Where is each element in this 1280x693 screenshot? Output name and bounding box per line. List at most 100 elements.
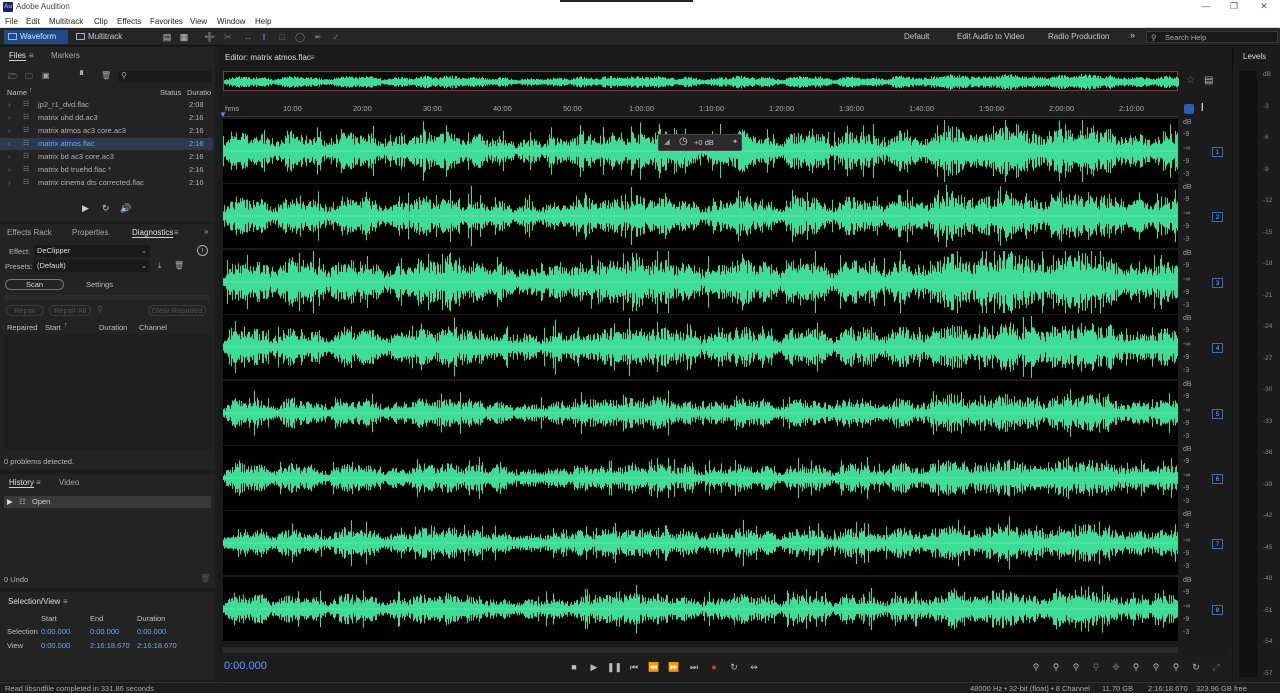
search-help-field[interactable]: ⚲ Search Help xyxy=(1146,31,1278,43)
zoom-in-amplitude-icon[interactable]: ⚲ xyxy=(1029,660,1043,674)
selection-end[interactable]: 0:00.000 xyxy=(90,627,119,636)
go-to-start-icon[interactable]: ⏮ xyxy=(627,660,641,674)
menu-view[interactable]: View xyxy=(190,17,207,26)
zoom-out-amplitude-icon[interactable]: ⚲ xyxy=(1049,660,1063,674)
expand-icon[interactable]: › xyxy=(8,164,11,176)
workspace-default[interactable]: Default xyxy=(904,32,929,41)
channel-waveform[interactable] xyxy=(223,446,1178,510)
current-time[interactable]: 0:00.000 xyxy=(224,660,267,672)
zoom-in-left-icon[interactable]: ⚲ xyxy=(1149,660,1163,674)
spot-healing-tool-icon[interactable]: ✓ xyxy=(330,31,342,43)
channel-waveform[interactable] xyxy=(223,511,1178,575)
panel-menu-icon[interactable]: ≡ xyxy=(29,51,34,60)
channel-waveform[interactable] xyxy=(223,577,1178,641)
file-row-selected[interactable]: › ☷ matrix atmos.flac 2:16 xyxy=(0,138,213,150)
panel-menu-icon[interactable]: ≡ xyxy=(310,53,315,62)
snap-icon[interactable] xyxy=(1184,104,1194,114)
lasso-tool-icon[interactable]: ◯ xyxy=(294,31,306,43)
tab-diagnostics[interactable]: Diagnostics xyxy=(132,228,174,238)
channel-number-badge[interactable]: 7 xyxy=(1212,539,1223,549)
record-icon[interactable]: ● xyxy=(707,660,721,674)
pause-icon[interactable]: ❚❚ xyxy=(607,660,622,674)
info-icon[interactable]: i xyxy=(197,245,208,256)
restore-icon[interactable]: ❐ xyxy=(1224,1,1244,12)
overview-navigator[interactable] xyxy=(223,71,1179,91)
effect-select[interactable]: DeClipper ⌄ xyxy=(34,245,150,257)
panel-menu-icon[interactable]: ≡ xyxy=(174,228,179,237)
move-tool-icon[interactable]: ➕ xyxy=(204,31,216,43)
pin-icon[interactable]: ✦ xyxy=(732,137,738,146)
expand-icon[interactable]: › xyxy=(8,138,11,150)
file-row[interactable]: › ☷ matrix uhd dd.ac3 2:16 xyxy=(0,112,213,124)
import-file-icon[interactable]: 🗀 xyxy=(25,71,33,85)
skip-selection-icon[interactable]: ↭ xyxy=(747,660,761,674)
tab-video[interactable]: Video xyxy=(59,478,79,487)
problems-list[interactable] xyxy=(4,334,211,450)
horizontal-scrollbar[interactable] xyxy=(223,647,1178,653)
channel-waveform[interactable] xyxy=(223,315,1178,379)
repair-button[interactable]: Repair xyxy=(6,305,44,316)
workspace-radio-production[interactable]: Radio Production xyxy=(1048,32,1109,41)
minimize-icon[interactable]: — xyxy=(1196,1,1216,11)
file-row[interactable]: › ☷ matrix bd truehd.flac * 2:16 xyxy=(0,164,213,176)
zoom-full-icon[interactable]: ✥ xyxy=(1109,660,1123,674)
expand-icon[interactable]: › xyxy=(8,125,11,137)
menu-multitrack[interactable]: Multitrack xyxy=(49,17,83,26)
selection-start[interactable]: 0:00.000 xyxy=(41,627,70,636)
slip-tool-icon[interactable]: ↔ xyxy=(242,31,254,43)
close-icon[interactable]: ✕ xyxy=(1254,1,1274,12)
column-repaired[interactable]: Repaired xyxy=(7,323,37,332)
channel-number-badge[interactable]: 1 xyxy=(1212,147,1223,157)
scan-tab[interactable]: Scan xyxy=(5,279,64,290)
channel-number-badge[interactable]: 6 xyxy=(1212,474,1223,484)
files-search-input[interactable]: ⚲ xyxy=(118,71,212,82)
save-preset-icon[interactable]: ⤓ xyxy=(158,261,162,271)
loop-icon[interactable]: ↻ xyxy=(102,203,110,214)
zoom-selection-icon[interactable]: ⚲ xyxy=(1129,660,1143,674)
spectral-pitch-icon[interactable]: ▦ xyxy=(178,31,190,43)
go-to-end-icon[interactable]: ⏭ xyxy=(687,660,701,674)
file-row[interactable]: › ☷ matrix bd ac3 core.ac3 2:16 xyxy=(0,151,213,163)
workspace-edit-audio-to-video[interactable]: Edit Audio to Video xyxy=(957,32,1024,41)
channel-waveform[interactable] xyxy=(223,381,1178,445)
marker-pin-icon[interactable]: ❙ xyxy=(1199,102,1206,111)
favorite-icon[interactable]: ☆ xyxy=(1186,75,1195,86)
column-name[interactable]: Name xyxy=(7,88,27,97)
column-duration[interactable]: Duratio xyxy=(187,88,211,97)
delete-file-icon[interactable]: 🗑 xyxy=(101,71,111,80)
marquee-tool-icon[interactable]: □ xyxy=(276,31,288,43)
layout-icon[interactable]: ▤ xyxy=(1204,75,1213,86)
insert-icon[interactable]: ▘ xyxy=(80,71,86,80)
autoplay-icon[interactable]: 🔊 xyxy=(120,203,131,214)
column-status[interactable]: Status xyxy=(160,88,181,97)
channel-number-badge[interactable]: 5 xyxy=(1212,409,1223,419)
channel-waveform[interactable] xyxy=(223,250,1178,314)
time-ruler[interactable]: hms 10:00 20:00 30:00 40:00 50:00 1:00:0… xyxy=(223,102,1178,117)
delete-preset-icon[interactable]: 🗑 xyxy=(174,261,184,270)
menu-clip[interactable]: Clip xyxy=(94,17,108,26)
time-selection-tool-icon[interactable]: I xyxy=(258,31,270,43)
column-channel[interactable]: Channel xyxy=(139,323,167,332)
selection-duration[interactable]: 0:00.000 xyxy=(137,627,166,636)
expand-icon[interactable]: › xyxy=(8,99,11,111)
menu-window[interactable]: Window xyxy=(217,17,245,26)
panel-overflow-icon[interactable]: » xyxy=(204,227,208,236)
repair-all-button[interactable]: Repair All xyxy=(49,305,91,316)
expand-icon[interactable]: › xyxy=(8,177,11,189)
playhead-icon[interactable]: ▼ xyxy=(219,110,227,119)
tab-markers[interactable]: Markers xyxy=(51,51,80,60)
channel-waveform[interactable] xyxy=(223,119,1178,183)
settings-tab[interactable]: Settings xyxy=(86,280,113,289)
zoom-out-time-icon[interactable]: ⚲ xyxy=(1089,660,1103,674)
view-duration[interactable]: 2:16:18.670 xyxy=(137,641,177,650)
presets-select[interactable]: (Default) ⌄ xyxy=(34,260,150,272)
rewind-icon[interactable]: ⏪ xyxy=(647,660,661,674)
menu-favorites[interactable]: Favorites xyxy=(150,17,183,26)
view-end[interactable]: 2:16:18.670 xyxy=(90,641,130,650)
tab-effects-rack[interactable]: Effects Rack xyxy=(7,228,52,237)
channel-waveform[interactable] xyxy=(223,184,1178,248)
panel-menu-icon[interactable]: ≡ xyxy=(63,597,68,606)
file-row[interactable]: › ☷ matrix cinema dts corrected.flac 2:16 xyxy=(0,177,213,189)
spectral-frequency-icon[interactable]: ▤ xyxy=(161,31,173,43)
hud-volume[interactable]: ◢ ◷ +0 dB ✦ xyxy=(658,134,742,151)
